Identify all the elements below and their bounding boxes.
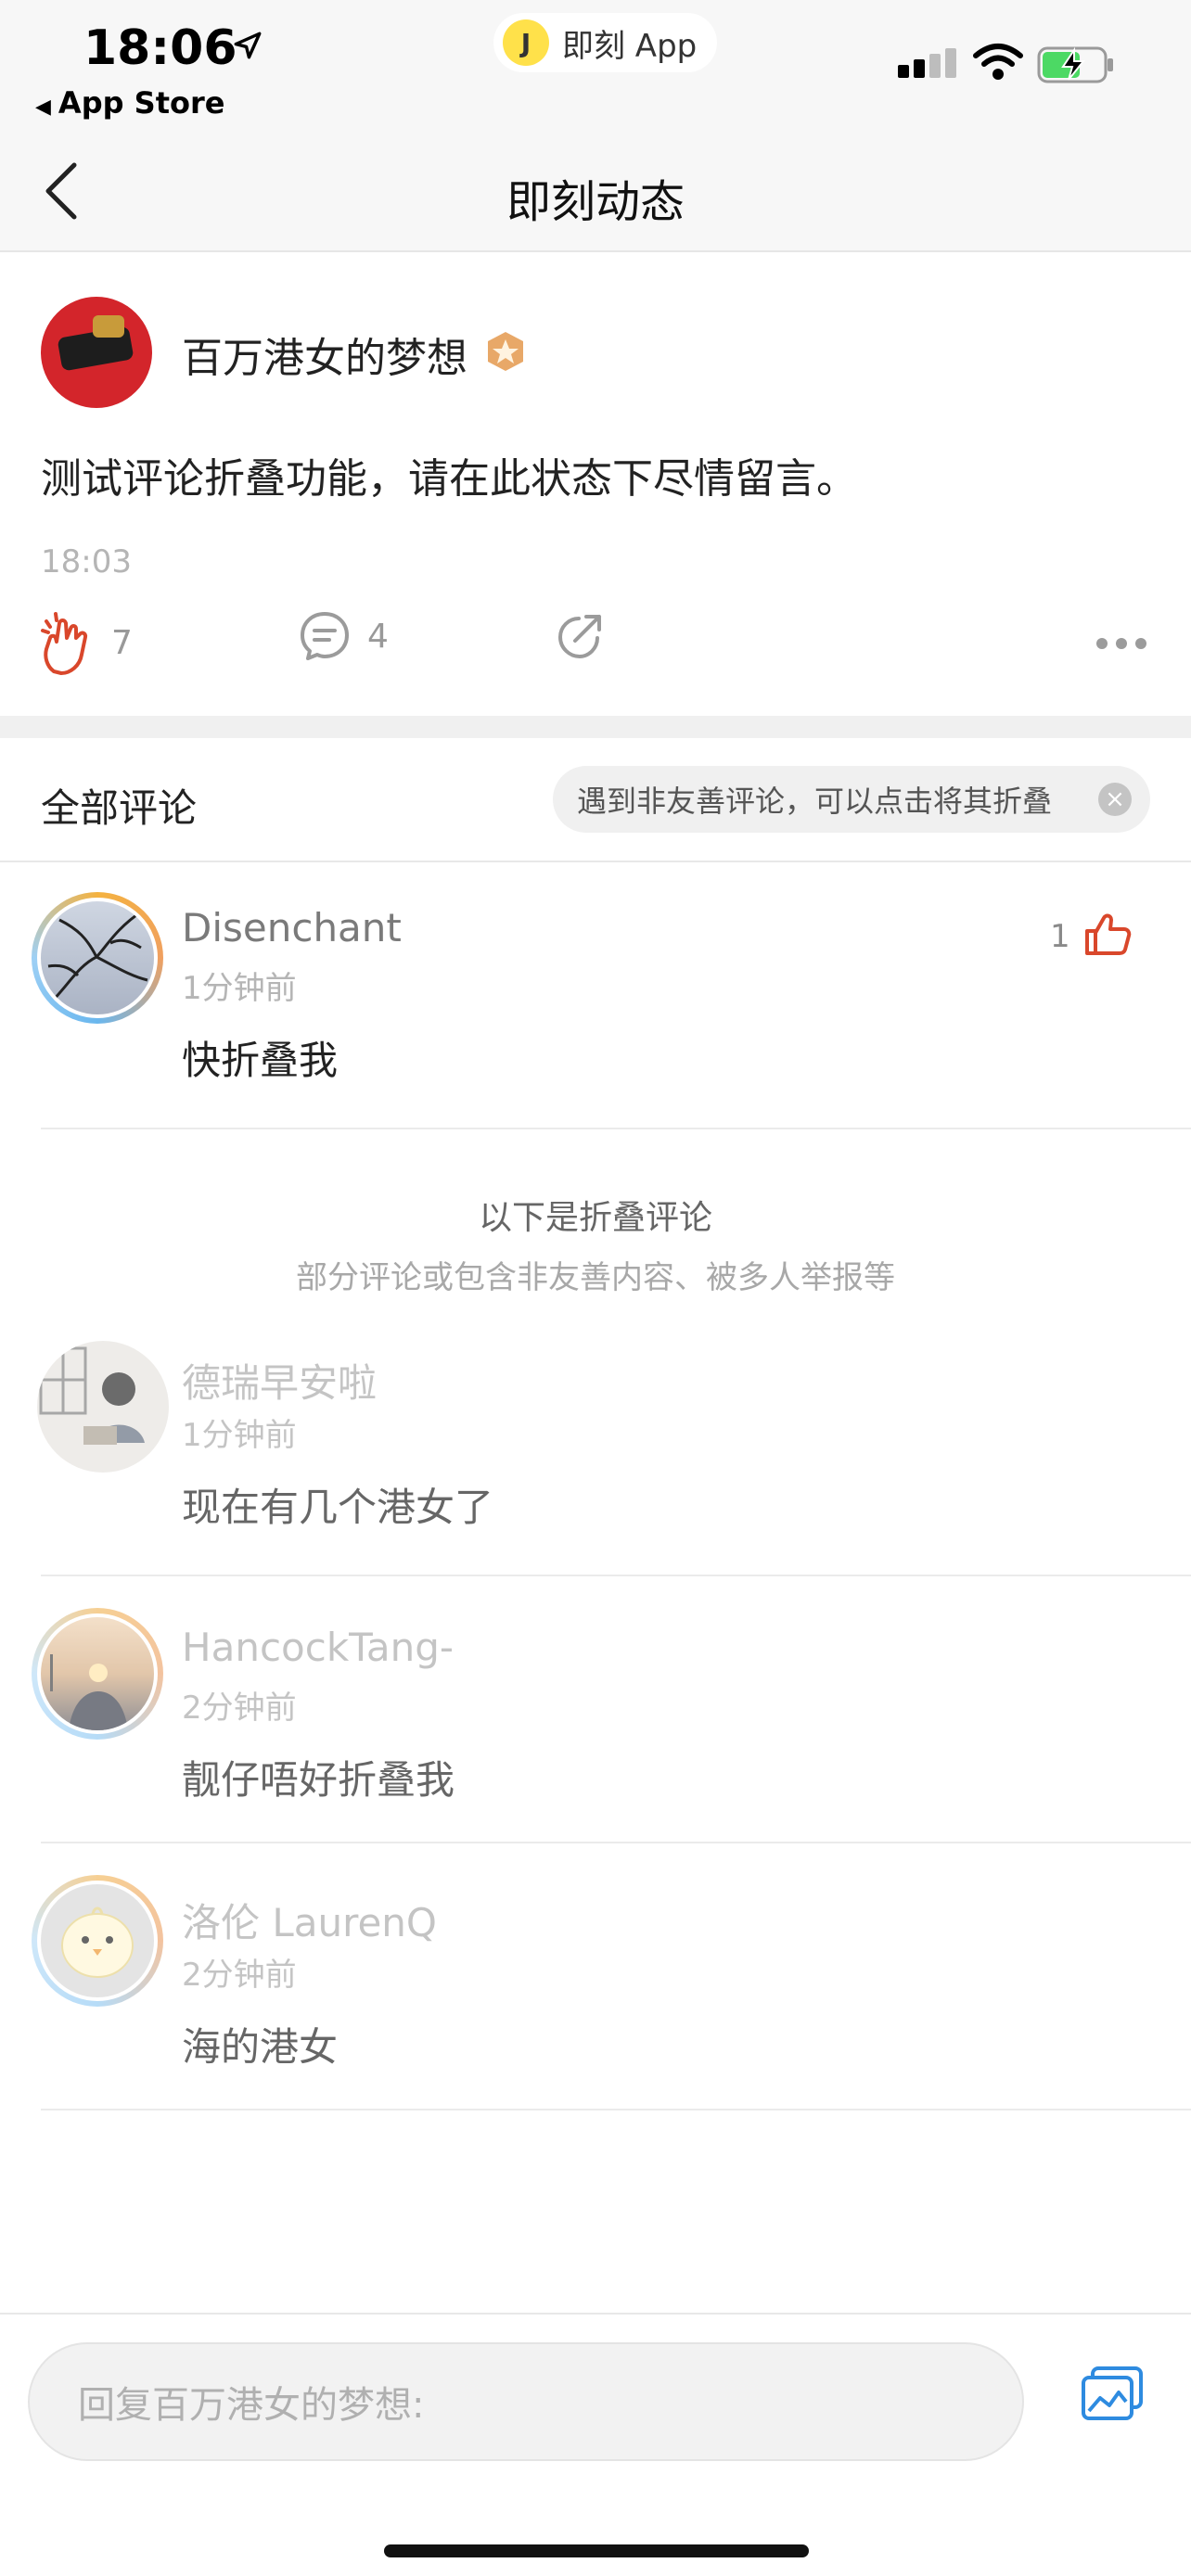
avatar-sunset-graphic	[50, 1654, 128, 1730]
status-time: 18:06	[83, 20, 237, 76]
more-icon[interactable]	[1095, 636, 1148, 651]
section-divider	[0, 716, 1191, 738]
clap-like-icon	[41, 612, 88, 675]
commenter-avatar[interactable]	[32, 1875, 163, 2007]
like-count: 7	[111, 623, 133, 662]
avatar-chick-graphic	[61, 1906, 134, 1978]
commenter-name[interactable]: 洛伦 LaurenQ	[182, 1892, 437, 1948]
comment-separator	[41, 1575, 1191, 1576]
avatar-person-graphic	[39, 1346, 145, 1445]
location-arrow-icon	[234, 32, 262, 59]
divider	[0, 861, 1191, 862]
comment-time: 1分钟前	[182, 970, 297, 1007]
comment-body: 现在有几个港女了	[182, 1485, 494, 1530]
comment-body: 靓仔唔好折叠我	[182, 1757, 455, 1803]
comment-icon	[301, 612, 349, 660]
comment-time: 2分钟前	[182, 1957, 297, 1994]
fold-hint-text: 遇到非友善评论，可以点击将其折叠	[577, 784, 1053, 819]
close-icon[interactable]: ×	[1098, 783, 1132, 816]
comment-time: 1分钟前	[182, 1417, 297, 1454]
commenter-avatar[interactable]	[32, 892, 163, 1024]
reply-bar: 回复百万港女的梦想:	[0, 2313, 1191, 2576]
comment-time: 2分钟前	[182, 1690, 297, 1727]
avatar-tree-graphic	[47, 909, 148, 1005]
signal-icon	[898, 48, 956, 78]
post-author-avatar[interactable]	[41, 297, 152, 408]
all-comments-title: 全部评论	[41, 785, 198, 831]
comment-separator	[41, 2109, 1191, 2111]
app-logo: J	[503, 19, 549, 66]
reply-input[interactable]: 回复百万港女的梦想:	[28, 2342, 1024, 2461]
battery-icon	[1037, 46, 1113, 83]
app-pill: J 即刻 App	[493, 13, 718, 72]
commenter-name[interactable]: Disenchant	[182, 905, 402, 950]
comment-like-count: 1	[1050, 918, 1070, 955]
badge-icon	[488, 332, 523, 371]
comment-body: 海的港女	[182, 2024, 339, 2070]
commenter-name[interactable]: HancockTang-	[182, 1625, 454, 1670]
comment-separator	[41, 1128, 1191, 1129]
folded-comments-subtitle: 部分评论或包含非友善内容、被多人举报等	[296, 1259, 895, 1296]
reply-placeholder: 回复百万港女的梦想:	[78, 2384, 425, 2427]
fold-hint-chip[interactable]: 遇到非友善评论，可以点击将其折叠 ×	[553, 766, 1150, 833]
page-title: 即刻动态	[506, 176, 685, 228]
image-icon[interactable]	[1080, 2365, 1145, 2424]
share-action[interactable]	[555, 610, 607, 662]
like-action[interactable]: 7	[41, 610, 133, 675]
commenter-avatar[interactable]	[37, 1341, 169, 1473]
comment-count: 4	[367, 617, 389, 656]
comment-separator	[41, 1842, 1191, 1843]
folded-comments-title: 以下是折叠评论	[478, 1199, 712, 1237]
commenter-name[interactable]: 德瑞早安啦	[182, 1352, 377, 1409]
post-author-name[interactable]: 百万港女的梦想	[182, 325, 467, 384]
avatar-graphic-detail	[93, 315, 124, 338]
back-to-app-store[interactable]: ◀ App Store	[35, 85, 224, 121]
nav-bar: 即刻动态	[0, 130, 1191, 252]
commenter-avatar[interactable]	[32, 1608, 163, 1740]
app-pill-label: 即刻 App	[562, 27, 698, 65]
comment-action[interactable]: 4	[299, 610, 389, 662]
status-bar: 18:06 ◀ App Store J 即刻 App	[0, 0, 1191, 130]
comment-body: 快折叠我	[182, 1038, 339, 1083]
home-indicator	[384, 2544, 809, 2557]
share-icon	[557, 615, 601, 659]
post-time: 18:03	[41, 543, 132, 580]
thumb-up-icon[interactable]	[1083, 911, 1132, 957]
post-body: 测试评论折叠功能，请在此状态下尽情留言。	[41, 455, 857, 503]
back-app-label: App Store	[58, 85, 225, 121]
wifi-icon	[973, 44, 1023, 80]
